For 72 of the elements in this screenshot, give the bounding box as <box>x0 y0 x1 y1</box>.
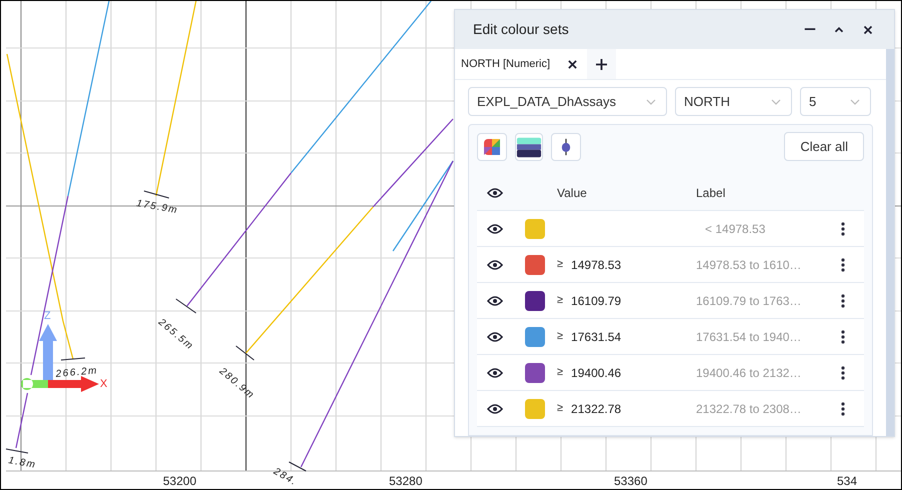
chevron-down-icon <box>646 98 656 104</box>
axis-label: 53280 <box>389 474 422 488</box>
tick-mark <box>144 190 170 198</box>
clear-all-button[interactable]: Clear all <box>784 132 864 161</box>
chevron-down-icon <box>771 98 781 104</box>
eye-icon[interactable] <box>487 294 503 306</box>
tick-mark <box>6 448 28 454</box>
eye-icon[interactable] <box>487 366 503 378</box>
comparison-sign: ≥ <box>557 293 564 308</box>
axis-letter: Z <box>44 310 51 322</box>
colour-swatch[interactable] <box>525 362 545 382</box>
tick-mark <box>60 358 86 360</box>
gradient-icon <box>516 136 542 158</box>
value-text: 16109.79 <box>571 292 622 310</box>
comparison-sign: ≥ <box>557 257 564 272</box>
label-text: 14978.53 to 1610… <box>696 256 802 274</box>
value-text: 17631.54 <box>571 328 622 346</box>
more-options-icon[interactable] <box>840 402 844 416</box>
more-options-icon[interactable] <box>840 330 844 344</box>
depth-label: 266.2m <box>55 365 98 380</box>
label-text: 19400.46 to 2132… <box>696 364 802 382</box>
palette-icon <box>483 138 501 156</box>
label-text: 17631.54 to 1940… <box>696 328 802 346</box>
eye-icon[interactable] <box>487 330 503 342</box>
colour-swatch[interactable] <box>525 290 545 310</box>
label-text: 16109.79 to 1763… <box>696 292 802 310</box>
drillhole-line <box>15 392 28 448</box>
window-title: Edit colour sets <box>473 20 570 39</box>
depth-label: 175.9m <box>135 198 180 216</box>
axis-label: 53360 <box>614 474 648 488</box>
eye-icon[interactable] <box>487 258 503 270</box>
colour-swatch[interactable] <box>525 326 545 346</box>
y-axis-arrow <box>21 378 48 390</box>
eye-icon[interactable] <box>487 186 503 198</box>
axis-label: 53200 <box>163 474 196 488</box>
column-header: Value <box>557 184 588 202</box>
x-axis-arrow <box>48 376 99 392</box>
value-text: 19400.46 <box>571 364 622 382</box>
axis-letter: X <box>100 378 108 390</box>
tool-button[interactable] <box>515 132 543 160</box>
more-options-icon[interactable] <box>840 366 844 380</box>
dropdown[interactable]: NORTH <box>675 87 792 116</box>
tick-mark <box>176 298 196 314</box>
eye-icon[interactable] <box>487 222 503 234</box>
label-text: 21322.78 to 2308… <box>696 400 802 418</box>
depth-label: 284. <box>272 466 300 488</box>
plus-icon[interactable] <box>596 58 608 70</box>
value-text: 21322.78 <box>571 400 622 418</box>
eye-icon[interactable] <box>487 402 503 414</box>
axis-label: 534 <box>837 474 858 488</box>
value-text: 14978.53 <box>571 256 622 274</box>
close-icon[interactable] <box>568 60 578 68</box>
depth-label: 1.8m <box>7 455 38 471</box>
add-tab-button[interactable] <box>587 49 616 79</box>
tab-label: NORTH [Numeric] <box>461 56 550 72</box>
colour-swatch[interactable] <box>525 254 545 274</box>
more-options-icon[interactable] <box>840 222 844 236</box>
dropdown[interactable]: 5 <box>800 87 871 116</box>
tick-mark <box>236 346 254 360</box>
z-axis-arrow <box>39 324 57 380</box>
comparison-sign: ≥ <box>557 365 564 380</box>
column-header: Label <box>696 184 726 202</box>
comparison-sign: ≥ <box>557 329 564 344</box>
more-options-icon[interactable] <box>840 258 844 272</box>
colour-swatch[interactable] <box>525 218 545 238</box>
label-text: < 14978.53 <box>704 220 766 238</box>
tool-button[interactable] <box>551 132 581 160</box>
comparison-sign: ≥ <box>557 401 564 416</box>
chevron-down-icon <box>850 98 860 104</box>
more-options-icon[interactable] <box>840 294 844 308</box>
dropdown[interactable]: EXPL_DATA_DhAssays <box>468 87 667 116</box>
colour-swatch[interactable] <box>525 398 545 418</box>
